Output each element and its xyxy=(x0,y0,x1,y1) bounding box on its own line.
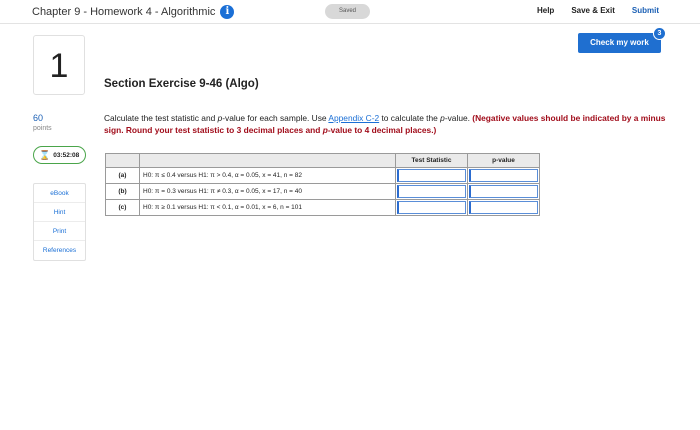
instructions-text: to calculate the xyxy=(379,113,441,123)
timer-text: 03:52:08 xyxy=(53,151,80,159)
p-value-input-b[interactable] xyxy=(469,185,538,198)
check-attempts-badge: 3 xyxy=(653,27,666,40)
saved-status-badge: Saved xyxy=(325,4,370,19)
check-my-work-button[interactable]: Check my work xyxy=(578,33,661,53)
table-header xyxy=(105,153,140,168)
section-title: Section Exercise 9-46 (Algo) xyxy=(104,78,259,90)
row-label: (c) xyxy=(105,199,140,216)
table-row: (b) H0: π = 0.3 versus H1: π ≠ 0.3, α = … xyxy=(105,183,540,200)
test-statistic-cell xyxy=(395,167,468,184)
p-value-input-a[interactable] xyxy=(469,169,538,182)
test-statistic-input-b[interactable] xyxy=(397,185,466,198)
p-value-input-c[interactable] xyxy=(469,201,538,214)
table-header-test-statistic: Test Statistic xyxy=(395,153,468,168)
test-statistic-input-a[interactable] xyxy=(397,169,466,182)
resource-links: eBook Hint Print References xyxy=(33,183,86,261)
timer: ⌛ 03:52:08 xyxy=(33,146,86,164)
assignment-title: Chapter 9 - Homework 4 - Algorithmic i xyxy=(32,5,235,19)
row-hypothesis: H0: π ≥ 0.1 versus H1: π < 0.1, α = 0.01… xyxy=(139,199,396,216)
hourglass-icon: ⌛ xyxy=(39,149,51,160)
points-value: 60 xyxy=(33,113,44,123)
table-header-p-value: p-value xyxy=(467,153,540,168)
p-value-cell xyxy=(467,167,540,184)
row-hypothesis: H0: π ≤ 0.4 versus H1: π > 0.4, α = 0.05… xyxy=(139,167,396,184)
instructions-text: Calculate the test statistic and xyxy=(104,113,218,123)
p-value-cell xyxy=(467,199,540,216)
instructions-text: -value for each sample. Use xyxy=(222,113,329,123)
print-link[interactable]: Print xyxy=(34,222,85,241)
assignment-title-text: Chapter 9 - Homework 4 - Algorithmic xyxy=(32,6,216,18)
answer-table: Test Statistic p-value (a) H0: π ≤ 0.4 v… xyxy=(105,153,540,216)
question-number: 1 xyxy=(33,35,85,95)
test-statistic-input-c[interactable] xyxy=(397,201,466,214)
table-row: (c) H0: π ≥ 0.1 versus H1: π < 0.1, α = … xyxy=(105,199,540,216)
row-label: (b) xyxy=(105,183,140,200)
test-statistic-cell xyxy=(395,199,468,216)
ebook-link[interactable]: eBook xyxy=(34,184,85,203)
table-header xyxy=(139,153,396,168)
top-nav-links: Help Save & Exit Submit xyxy=(537,6,659,15)
table-row: (a) H0: π ≤ 0.4 versus H1: π > 0.4, α = … xyxy=(105,167,540,184)
hint-link[interactable]: Hint xyxy=(34,203,85,222)
info-icon[interactable]: i xyxy=(220,5,235,19)
row-label: (a) xyxy=(105,167,140,184)
top-bar: Chapter 9 - Homework 4 - Algorithmic i S… xyxy=(0,0,700,24)
instructions-text: -value. xyxy=(444,113,473,123)
references-link[interactable]: References xyxy=(34,241,85,260)
row-hypothesis: H0: π = 0.3 versus H1: π ≠ 0.3, α = 0.05… xyxy=(139,183,396,200)
table-header-row: Test Statistic p-value xyxy=(105,153,540,168)
test-statistic-cell xyxy=(395,183,468,200)
p-value-cell xyxy=(467,183,540,200)
submit-link[interactable]: Submit xyxy=(632,6,659,15)
points-label: points xyxy=(33,125,52,132)
rounding-note-end: -value to 4 decimal places.) xyxy=(327,125,437,135)
help-link[interactable]: Help xyxy=(537,6,554,15)
appendix-link[interactable]: Appendix C-2 xyxy=(328,113,379,123)
instructions: Calculate the test statistic and p-value… xyxy=(104,112,674,136)
save-exit-link[interactable]: Save & Exit xyxy=(571,6,615,15)
